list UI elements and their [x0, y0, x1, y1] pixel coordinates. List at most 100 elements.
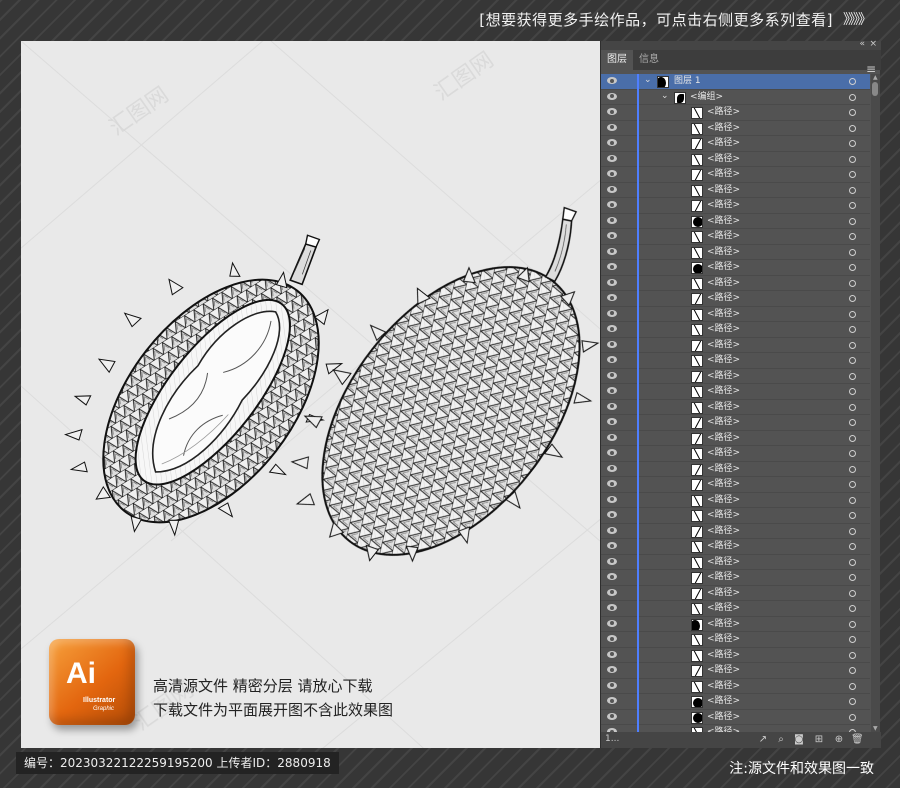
path-name[interactable]: <路径>: [707, 369, 740, 385]
path-row[interactable]: <路径>: [601, 105, 870, 121]
target-circle-icon[interactable]: [849, 512, 856, 519]
path-name[interactable]: <路径>: [707, 725, 740, 732]
target-circle-icon[interactable]: [849, 326, 856, 333]
path-row[interactable]: <路径>: [601, 523, 870, 540]
path-row[interactable]: <路径>: [601, 213, 870, 230]
path-row[interactable]: <路径>: [601, 260, 870, 276]
path-row[interactable]: <路径>: [601, 120, 870, 137]
target-circle-icon[interactable]: [849, 682, 856, 690]
path-row[interactable]: <路径>: [601, 182, 870, 199]
scroll-thumb[interactable]: [872, 82, 878, 96]
path-row[interactable]: <路径>: [601, 322, 870, 338]
path-row[interactable]: <路径>: [601, 709, 870, 726]
path-row[interactable]: <路径>: [601, 539, 870, 555]
scroll-up-icon[interactable]: ▲: [873, 74, 878, 81]
target-circle-icon[interactable]: [849, 481, 856, 488]
path-name[interactable]: <路径>: [707, 183, 740, 199]
export-icon[interactable]: ↗: [757, 734, 769, 746]
visibility-eye-icon[interactable]: [607, 480, 617, 487]
target-circle-icon[interactable]: [849, 388, 856, 395]
path-row[interactable]: <路径>: [601, 601, 870, 617]
visibility-eye-icon[interactable]: [607, 697, 617, 704]
target-circle-icon[interactable]: [849, 465, 856, 473]
path-row[interactable]: <路径>: [601, 275, 870, 292]
visibility-eye-icon[interactable]: [607, 495, 617, 503]
target-circle-icon[interactable]: [849, 279, 856, 287]
visibility-eye-icon[interactable]: [607, 108, 617, 115]
target-circle-icon[interactable]: [849, 558, 856, 566]
path-row[interactable]: <路径>: [601, 570, 870, 586]
visibility-eye-icon[interactable]: [607, 139, 617, 146]
visibility-eye-icon[interactable]: [607, 433, 617, 441]
visibility-eye-icon[interactable]: [607, 418, 617, 425]
path-row[interactable]: <路径>: [601, 368, 870, 385]
path-name[interactable]: <路径>: [707, 291, 740, 307]
path-row[interactable]: <路径>: [601, 461, 870, 478]
visibility-eye-icon[interactable]: [607, 309, 617, 317]
visibility-eye-icon[interactable]: [607, 123, 617, 131]
path-row[interactable]: <路径>: [601, 306, 870, 322]
path-row[interactable]: <路径>: [601, 198, 870, 214]
path-name[interactable]: <路径>: [707, 570, 740, 586]
visibility-eye-icon[interactable]: [607, 666, 617, 673]
chevron-down-icon[interactable]: ⌄: [661, 91, 669, 101]
path-name[interactable]: <路径>: [707, 663, 740, 679]
path-row[interactable]: <路径>: [601, 384, 870, 400]
new-sublayer-icon[interactable]: ⊞: [813, 734, 825, 746]
new-layer-icon[interactable]: ⊕: [833, 734, 845, 746]
path-name[interactable]: <路径>: [707, 632, 740, 648]
path-name[interactable]: <路径>: [707, 648, 740, 664]
visibility-eye-icon[interactable]: [607, 511, 617, 518]
target-circle-icon[interactable]: [849, 698, 856, 705]
path-row[interactable]: <路径>: [601, 415, 870, 431]
visibility-eye-icon[interactable]: [607, 77, 617, 84]
trash-icon[interactable]: 🗑: [851, 734, 864, 746]
target-circle-icon[interactable]: [849, 434, 856, 442]
path-name[interactable]: <路径>: [707, 508, 740, 524]
path-name[interactable]: <路径>: [707, 121, 740, 137]
path-name[interactable]: <路径>: [707, 524, 740, 540]
path-row[interactable]: <路径>: [601, 446, 870, 462]
tab-layers[interactable]: 图层: [601, 50, 633, 70]
path-row[interactable]: <路径>: [601, 554, 870, 570]
path-name[interactable]: <路径>: [707, 214, 740, 230]
path-row[interactable]: <路径>: [601, 647, 870, 664]
visibility-eye-icon[interactable]: [607, 464, 617, 472]
path-name[interactable]: <路径>: [707, 105, 740, 121]
visibility-eye-icon[interactable]: [607, 247, 617, 255]
target-circle-icon[interactable]: [849, 450, 856, 457]
path-name[interactable]: <路径>: [707, 539, 740, 555]
close-icon[interactable]: ×: [869, 39, 877, 49]
path-name[interactable]: <路径>: [707, 167, 740, 183]
target-circle-icon[interactable]: [849, 186, 856, 194]
path-name[interactable]: <路径>: [707, 617, 740, 633]
visibility-eye-icon[interactable]: [607, 402, 617, 410]
visibility-eye-icon[interactable]: [607, 232, 617, 239]
layer-name[interactable]: 图层 1: [674, 74, 701, 90]
visibility-eye-icon[interactable]: [607, 573, 617, 580]
path-name[interactable]: <路径>: [707, 477, 740, 493]
path-row[interactable]: <路径>: [601, 492, 870, 508]
path-name[interactable]: <路径>: [707, 462, 740, 478]
visibility-eye-icon[interactable]: [607, 387, 617, 394]
path-row[interactable]: <路径>: [601, 508, 870, 524]
visibility-eye-icon[interactable]: [607, 216, 617, 224]
visibility-eye-icon[interactable]: [607, 604, 617, 611]
path-name[interactable]: <路径>: [707, 601, 740, 617]
target-circle-icon[interactable]: [849, 140, 856, 147]
path-row[interactable]: <路径>: [601, 244, 870, 261]
target-circle-icon[interactable]: [849, 124, 856, 132]
path-name[interactable]: <路径>: [707, 710, 740, 726]
visibility-eye-icon[interactable]: [607, 371, 617, 379]
path-name[interactable]: <路径>: [707, 245, 740, 261]
target-circle-icon[interactable]: [849, 667, 856, 674]
visibility-eye-icon[interactable]: [607, 340, 617, 348]
mask-icon[interactable]: ◙: [793, 734, 805, 746]
target-circle-icon[interactable]: [849, 574, 856, 581]
visibility-eye-icon[interactable]: [607, 170, 617, 177]
path-name[interactable]: <路径>: [707, 198, 740, 214]
target-circle-icon[interactable]: [849, 310, 856, 318]
path-row[interactable]: <路径>: [601, 430, 870, 446]
visibility-eye-icon[interactable]: [607, 712, 617, 720]
path-name[interactable]: <路径>: [707, 276, 740, 292]
